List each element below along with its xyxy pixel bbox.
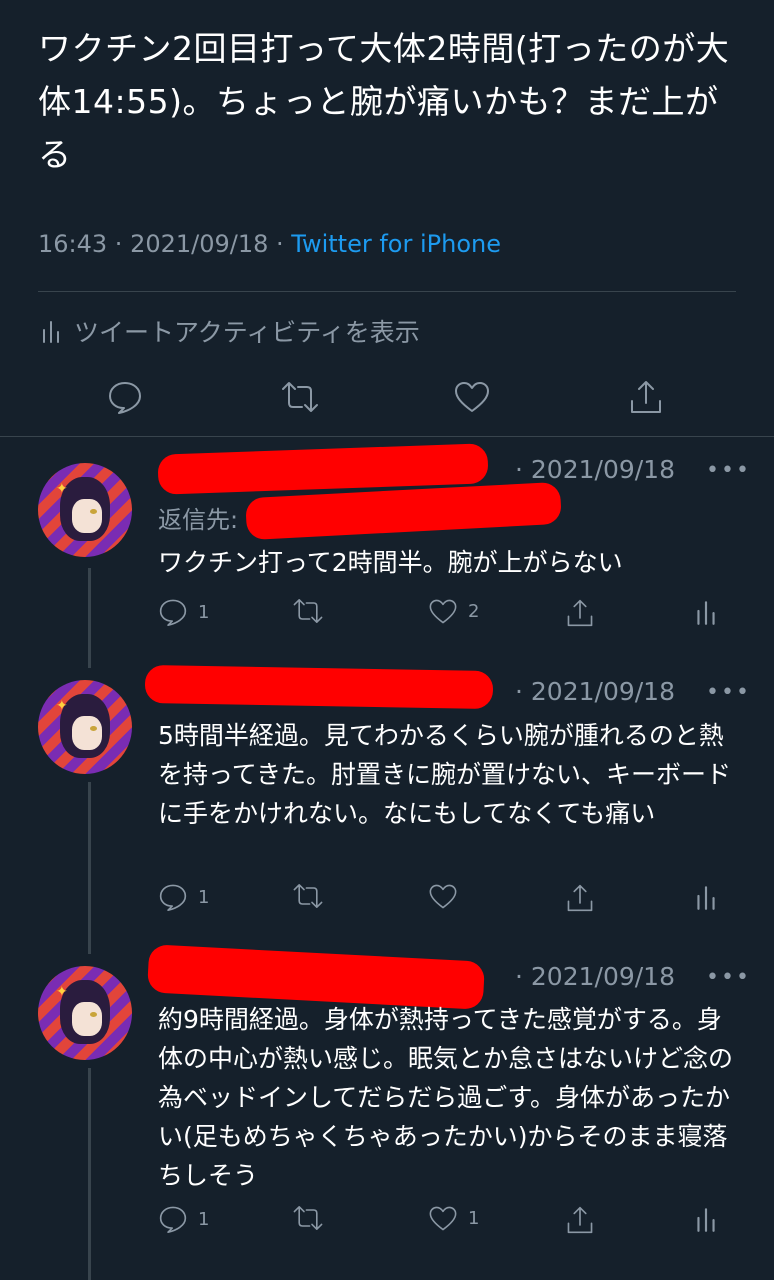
like-icon (429, 599, 457, 624)
retweet-icon (293, 884, 323, 908)
share-icon (567, 599, 593, 627)
like-count: 2 (468, 601, 480, 622)
reply-button[interactable]: 1 (158, 1205, 209, 1233)
reply-text: 5時間半経過。見てわかるくらい腕が腫れるのと熱を持ってきた。肘置きに腕が置けない… (158, 721, 732, 828)
like-icon (429, 884, 457, 909)
more-icon[interactable]: ••• (706, 458, 751, 483)
reply-button[interactable]: 1 (158, 598, 209, 626)
analytics-button[interactable] (694, 598, 718, 626)
retweet-icon (293, 599, 323, 623)
avatar[interactable]: ✦ (38, 680, 132, 774)
tweet-date[interactable]: 2021/09/18 (130, 230, 268, 258)
share-icon (567, 884, 593, 912)
main-tweet-text: ワクチン2回目打って大体2時間(打ったのが大体14:55)。ちょっと腕が痛いかも… (38, 29, 730, 174)
more-icon[interactable]: ••• (706, 965, 751, 990)
redaction-mark (144, 664, 494, 710)
like-button[interactable]: 1 (428, 1205, 479, 1232)
analytics-button[interactable] (694, 883, 718, 911)
thread-line (88, 782, 91, 954)
tweet-source-link[interactable]: Twitter for iPhone (291, 230, 501, 258)
reply-count: 1 (198, 601, 210, 623)
analytics-icon (43, 321, 59, 343)
reply-text: ワクチン打って2時間半。腕が上がらない (158, 548, 623, 577)
more-icon[interactable]: ••• (706, 680, 751, 705)
retweet-button[interactable] (278, 375, 322, 419)
like-icon (455, 382, 489, 412)
reply-count: 1 (198, 1208, 210, 1230)
retweet-button[interactable] (292, 1205, 324, 1231)
like-button[interactable] (428, 883, 458, 910)
retweet-button[interactable] (292, 598, 324, 624)
share-button[interactable] (624, 375, 668, 419)
share-icon (631, 381, 661, 413)
reply-actions: 1 2 (0, 598, 774, 632)
reply-button[interactable]: 1 (158, 883, 209, 911)
main-tweet-actions (0, 375, 774, 419)
reply-count: 1 (198, 886, 210, 908)
like-button[interactable] (450, 375, 494, 419)
like-button[interactable]: 2 (428, 598, 479, 625)
retweet-icon (282, 382, 318, 412)
avatar[interactable]: ✦ (38, 463, 132, 557)
analytics-icon (697, 886, 715, 910)
analytics-icon (697, 601, 715, 625)
reply-actions: 1 1 (0, 1205, 774, 1239)
redaction-mark (157, 443, 489, 495)
reply-icon (109, 382, 141, 414)
redaction-mark (245, 481, 562, 541)
retweet-button[interactable] (292, 883, 324, 909)
reply-icon (159, 884, 187, 911)
reply-date[interactable]: · 2021/09/18 (515, 455, 675, 484)
thread-line (88, 1068, 91, 1280)
like-count: 1 (468, 1208, 480, 1229)
divider (38, 291, 736, 292)
meta-separator: · (107, 230, 131, 258)
share-icon (567, 1206, 593, 1234)
reply-text: 約9時間経過。身体が熱持ってきた感覚がする。身体の中心が熱い感じ。眠気とか怠さは… (158, 1005, 734, 1190)
reply-icon (159, 599, 187, 626)
like-icon (429, 1206, 457, 1231)
reply-icon (159, 1206, 187, 1233)
reply-to-label: 返信先: (158, 506, 239, 534)
avatar[interactable]: ✦ (38, 966, 132, 1060)
reply-date[interactable]: · 2021/09/18 (515, 677, 675, 706)
reply-actions: 1 (0, 883, 774, 917)
tweet-activity-label: ツイートアクティビティを表示 (74, 318, 420, 347)
share-button[interactable] (566, 883, 594, 913)
tweet-time[interactable]: 16:43 (38, 230, 107, 258)
retweet-icon (293, 1206, 323, 1230)
share-button[interactable] (566, 1205, 594, 1235)
share-button[interactable] (566, 598, 594, 628)
reply-button[interactable] (103, 375, 147, 419)
tweet-activity-link[interactable]: ツイートアクティビティを表示 (40, 313, 420, 349)
analytics-button[interactable] (694, 1205, 718, 1233)
reply-date[interactable]: · 2021/09/18 (515, 962, 675, 991)
meta-separator: · (268, 230, 292, 258)
divider (0, 436, 774, 437)
analytics-icon (697, 1208, 715, 1232)
tweet-meta: 16:43 · 2021/09/18 · Twitter for iPhone (38, 230, 501, 258)
